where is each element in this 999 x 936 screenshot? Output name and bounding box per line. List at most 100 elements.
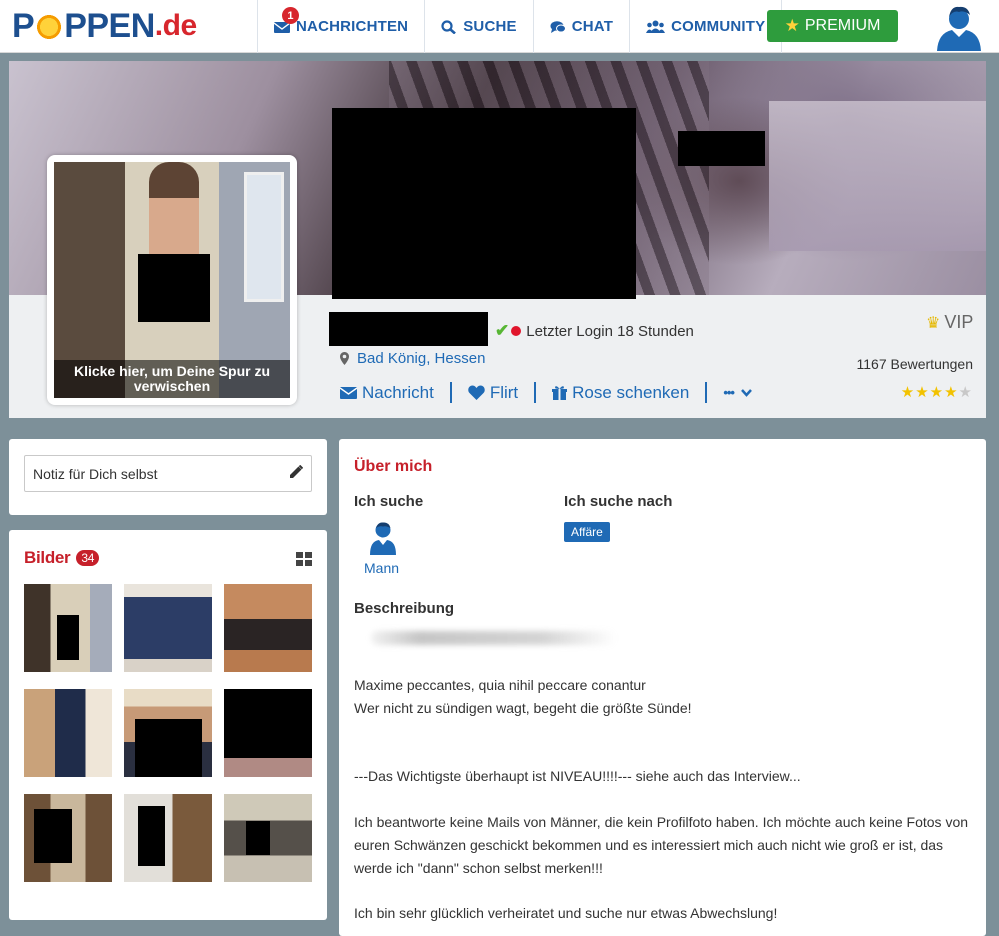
redaction-block bbox=[34, 809, 72, 863]
redaction-block bbox=[57, 615, 79, 660]
nav-community[interactable]: COMMUNITY bbox=[629, 0, 783, 53]
redaction-block bbox=[246, 821, 270, 855]
seeking-value[interactable]: Mann bbox=[364, 560, 399, 576]
vip-label: VIP bbox=[944, 312, 974, 332]
seeking-for-heading: Ich suche nach bbox=[564, 493, 673, 510]
photo-thumbnail[interactable] bbox=[224, 794, 312, 882]
offline-dot-icon bbox=[511, 326, 522, 336]
logo-sun-icon bbox=[35, 13, 64, 41]
chevron-down-icon bbox=[741, 388, 752, 397]
nav-community-label: COMMUNITY bbox=[671, 18, 766, 35]
logo-letter-p: P bbox=[12, 6, 35, 45]
about-me-title: Über mich bbox=[354, 458, 433, 475]
user-avatar-icon[interactable] bbox=[934, 3, 984, 51]
flirt-button[interactable]: Flirt bbox=[468, 383, 534, 403]
pictures-card: Bilder 34 bbox=[9, 530, 327, 920]
map-pin-icon bbox=[340, 352, 349, 365]
description-paragraph: Ich beantworte keine Mails von Männer, d… bbox=[354, 814, 969, 876]
redaction-block bbox=[138, 806, 165, 866]
redaction-block bbox=[332, 108, 636, 299]
about-me-card: Über mich Ich suche Mann Ich suche nach … bbox=[339, 439, 986, 936]
pencil-icon[interactable] bbox=[289, 465, 303, 479]
premium-label: PREMIUM bbox=[804, 17, 881, 34]
star-filled-icon: ★ bbox=[944, 383, 958, 401]
photo-thumbnail[interactable] bbox=[224, 689, 312, 777]
description-line: Maxime peccantes, quia nihil peccare con… bbox=[354, 677, 646, 693]
search-icon bbox=[441, 19, 457, 34]
grid-view-icon[interactable] bbox=[296, 552, 312, 566]
message-button-label: Nachricht bbox=[362, 382, 434, 402]
rose-button-label: Rose schenken bbox=[572, 382, 690, 402]
profile-header: Klicke hier, um Deine Spur zu verwischen… bbox=[9, 61, 986, 418]
pictures-title: Bilder bbox=[24, 548, 71, 567]
rating-stars[interactable]: ★ ★ ★ ★ ★ bbox=[900, 383, 972, 401]
username-redaction bbox=[329, 312, 488, 346]
more-actions-dropdown[interactable]: ••• bbox=[723, 385, 768, 400]
photo-thumbnail[interactable] bbox=[124, 689, 212, 777]
more-dots-icon: ••• bbox=[723, 385, 735, 400]
description-paragraph: ---Das Wichtigste überhaupt ist NIVEAU!!… bbox=[354, 768, 801, 784]
star-filled-icon: ★ bbox=[929, 383, 944, 401]
blurred-text bbox=[371, 631, 616, 645]
star-icon: ★ bbox=[784, 16, 800, 35]
photo-thumbnail[interactable] bbox=[24, 794, 112, 882]
redaction-block bbox=[678, 131, 765, 166]
community-icon bbox=[646, 20, 666, 33]
description-heading: Beschreibung bbox=[354, 600, 455, 617]
photo-thumbnail[interactable] bbox=[24, 689, 112, 777]
note-card: Notiz für Dich selbst bbox=[9, 439, 327, 515]
chat-icon bbox=[550, 20, 566, 33]
ratings-count[interactable]: 1167 Bewertungen bbox=[857, 356, 974, 372]
star-filled-icon: ★ bbox=[915, 383, 929, 401]
redaction-block bbox=[224, 689, 312, 758]
pictures-count-badge: 34 bbox=[76, 550, 100, 566]
cover-stone bbox=[769, 101, 986, 251]
photo-thumbnail[interactable] bbox=[124, 584, 212, 672]
note-placeholder: Notiz für Dich selbst bbox=[33, 465, 158, 482]
last-login-text: Letzter Login 18 Stunden bbox=[526, 322, 694, 340]
rose-button[interactable]: Rose schenken bbox=[552, 383, 705, 403]
pictures-header[interactable]: Bilder 34 bbox=[24, 548, 100, 568]
nav-messages-label: NACHRICHTEN bbox=[296, 18, 409, 35]
site-logo[interactable]: P PPEN .de bbox=[12, 6, 197, 46]
nav-chat[interactable]: CHAT bbox=[532, 0, 629, 53]
redaction-block bbox=[135, 719, 202, 777]
online-status: ✔ Letzter Login 18 Stunden bbox=[495, 321, 694, 341]
photo-thumbnail[interactable] bbox=[224, 584, 312, 672]
description-paragraph: Ich bin sehr glücklich verheiratet und s… bbox=[354, 905, 778, 921]
photo-thumbnail[interactable] bbox=[124, 794, 212, 882]
seeking-heading: Ich suche bbox=[354, 493, 424, 510]
nav-search[interactable]: SUCHE bbox=[424, 0, 533, 53]
top-navigation-bar: P PPEN .de 1 NACHRICHTEN SUCHE CHAT COMMUN… bbox=[0, 0, 999, 53]
hide-trace-link[interactable]: Klicke hier, um Deine Spur zu verwischen bbox=[54, 360, 290, 398]
description-line: Wer nicht zu sündigen wagt, begeht die g… bbox=[354, 700, 692, 716]
star-empty-icon: ★ bbox=[958, 383, 972, 401]
photo-thumbnail[interactable] bbox=[24, 584, 112, 672]
action-divider bbox=[705, 382, 708, 403]
nav-search-label: SUCHE bbox=[463, 18, 517, 35]
main-nav: 1 NACHRICHTEN SUCHE CHAT COMMUNITY bbox=[257, 0, 783, 53]
message-button[interactable]: Nachricht bbox=[340, 383, 450, 403]
action-divider bbox=[449, 382, 452, 403]
envelope-icon bbox=[340, 387, 357, 399]
verified-check-icon: ✔ bbox=[495, 321, 510, 340]
nav-messages[interactable]: 1 NACHRICHTEN bbox=[257, 0, 424, 53]
premium-button[interactable]: ★ PREMIUM bbox=[767, 10, 898, 42]
crown-icon: ♛ bbox=[926, 314, 941, 332]
location-text: Bad König, Hessen bbox=[357, 350, 486, 367]
profile-location[interactable]: Bad König, Hessen bbox=[340, 350, 485, 367]
nav-chat-label: CHAT bbox=[571, 18, 614, 35]
description-paragraph: Maxime peccantes, quia nihil peccare con… bbox=[354, 674, 979, 720]
logo-text: PPEN bbox=[64, 6, 155, 45]
heart-icon bbox=[468, 385, 485, 400]
action-divider bbox=[534, 382, 537, 403]
logo-tld: .de bbox=[154, 9, 197, 42]
profile-main-photo[interactable]: Klicke hier, um Deine Spur zu verwischen bbox=[47, 155, 297, 405]
personal-note-field[interactable]: Notiz für Dich selbst bbox=[24, 455, 312, 492]
man-icon bbox=[370, 522, 396, 555]
photo-window bbox=[244, 172, 284, 302]
star-filled-icon: ★ bbox=[900, 383, 915, 401]
seeking-for-tag: Affäre bbox=[564, 522, 610, 542]
redaction-block bbox=[138, 254, 210, 322]
profile-actions: Nachricht Flirt Rose schenken ••• bbox=[340, 382, 768, 403]
